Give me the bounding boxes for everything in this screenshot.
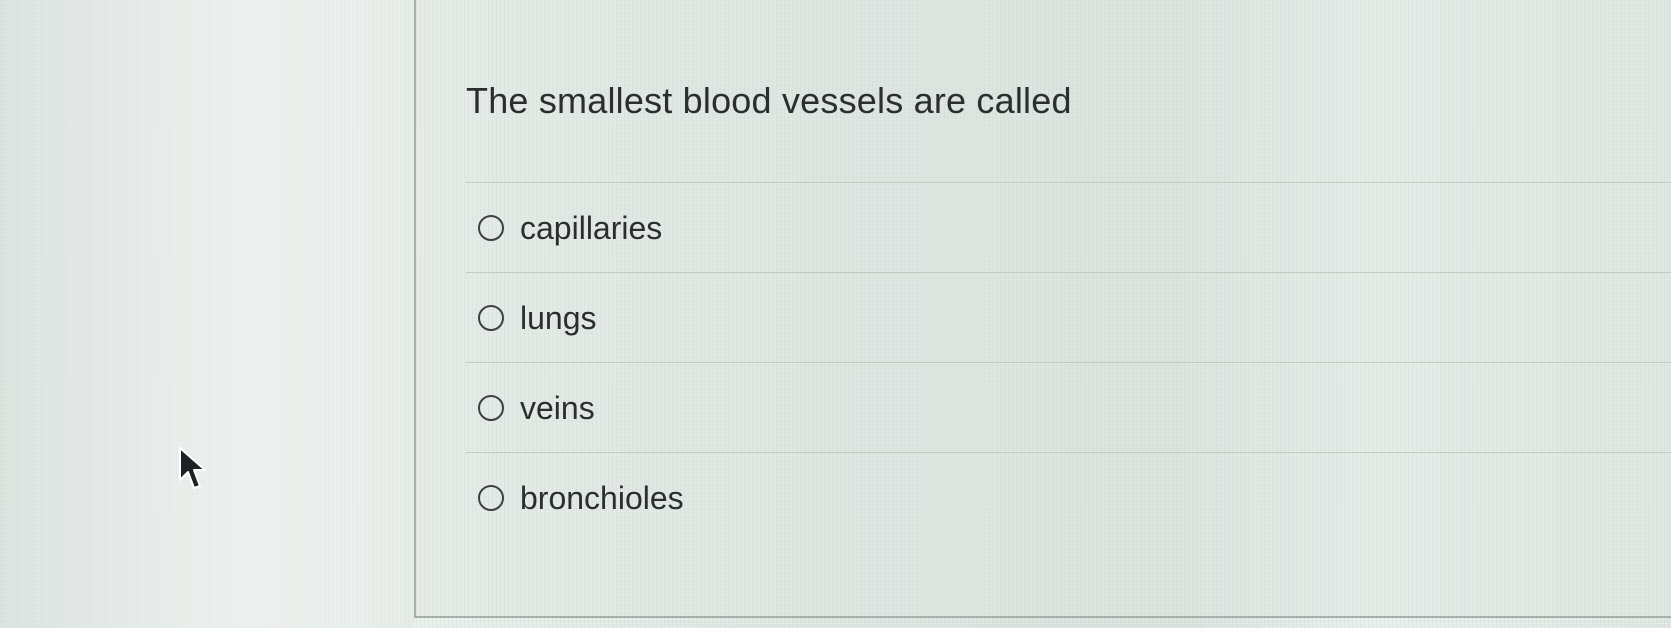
option-label: capillaries bbox=[520, 209, 663, 246]
question-text: The smallest blood vessels are called bbox=[466, 80, 1072, 121]
left-panel bbox=[0, 0, 414, 628]
quiz-question-card: The smallest blood vessels are called ca… bbox=[414, 0, 1671, 618]
option-label: bronchioles bbox=[520, 479, 684, 516]
radio-button[interactable] bbox=[478, 305, 504, 331]
answer-option-lungs[interactable]: lungs bbox=[466, 272, 1671, 363]
answer-option-veins[interactable]: veins bbox=[466, 362, 1671, 453]
arrow-pointer-icon bbox=[179, 447, 206, 489]
option-label: lungs bbox=[520, 299, 597, 336]
option-label: veins bbox=[520, 389, 595, 426]
answer-option-capillaries[interactable]: capillaries bbox=[466, 182, 1671, 273]
radio-button[interactable] bbox=[478, 395, 504, 421]
screen: The smallest blood vessels are called ca… bbox=[0, 0, 1671, 628]
answer-option-bronchioles[interactable]: bronchioles bbox=[466, 452, 1671, 543]
radio-button[interactable] bbox=[478, 215, 504, 241]
radio-button[interactable] bbox=[478, 485, 504, 511]
